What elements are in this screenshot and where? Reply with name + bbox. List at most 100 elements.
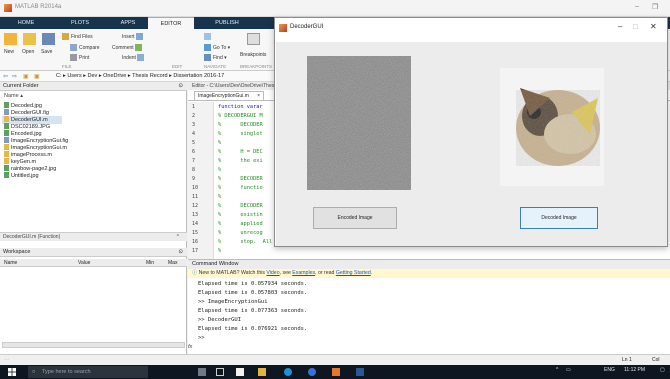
line-number: 11 (192, 194, 199, 200)
insert-button[interactable]: Insert (122, 33, 145, 40)
save-button[interactable]: Save (41, 49, 52, 55)
code-line: % (218, 167, 222, 173)
crumb-users[interactable]: Users (67, 73, 81, 79)
comment-button[interactable]: Comment (112, 44, 144, 51)
ws-col-max[interactable]: Max (168, 259, 177, 267)
back-icon[interactable]: ⇦ (3, 73, 8, 80)
breakpoints-icon[interactable] (247, 33, 260, 45)
crumb-dissertation[interactable]: Dissertation 2016-17 (173, 73, 224, 79)
go-to-label: Go To (213, 44, 227, 51)
task-view-icon[interactable] (216, 368, 224, 376)
battery-icon[interactable]: ▭ (566, 367, 571, 373)
tray-language[interactable]: ENG (604, 367, 615, 373)
matlab-taskbar-icon[interactable] (332, 368, 340, 376)
new-file-icon[interactable] (4, 33, 17, 45)
fx-icon[interactable]: fx (188, 344, 192, 350)
gui-maximize-icon[interactable]: □ (633, 22, 638, 31)
line-number: 1 (192, 104, 196, 110)
crumb-drive[interactable]: C: (56, 73, 62, 79)
code-line: % (218, 248, 222, 254)
ws-col-value[interactable]: Value (78, 259, 90, 267)
compare-icon (70, 44, 77, 51)
microphone-icon[interactable] (198, 368, 206, 376)
workspace-menu-icon[interactable]: ⊙ (178, 248, 183, 257)
code-line: function varar (218, 104, 263, 110)
notifications-icon[interactable]: ▢ (660, 367, 665, 373)
command-line: Elapsed time is 0.057803 seconds. (198, 290, 308, 296)
save-disk-icon[interactable] (42, 33, 55, 45)
file-item[interactable]: Untitled.jpg (4, 172, 39, 180)
forward-icon[interactable]: ⇨ (12, 73, 17, 80)
editor-tab[interactable]: ImageEncryptionGui.m × (194, 91, 264, 100)
line-number: 15 (192, 230, 199, 236)
examples-link[interactable]: Examples (292, 270, 315, 276)
tab-plots[interactable]: PLOTS (62, 17, 98, 29)
taskbar-search[interactable]: ○ Type here to search (28, 366, 148, 378)
name-column-label: Name (4, 93, 19, 99)
tray-chevron-icon[interactable]: ^ (556, 367, 558, 373)
matlab-titlebar: MATLAB R2014a – ❐ (0, 0, 670, 17)
minimize-icon[interactable]: – (635, 3, 639, 10)
command-line: Elapsed time is 0.077363 seconds. (198, 308, 308, 314)
browse-folder-icon[interactable]: ▣ (34, 73, 40, 80)
tab-editor[interactable]: EDITOR (148, 17, 194, 29)
go-to-button[interactable]: Go To ▾ (204, 44, 230, 51)
edge-icon[interactable] (284, 368, 292, 376)
encoded-image-button[interactable]: Encoded Image (313, 207, 397, 229)
crumb-dev[interactable]: Dev (88, 73, 98, 79)
decoded-image-button[interactable]: Decoded Image (520, 207, 598, 229)
name-column-header[interactable]: Name ▴ (4, 93, 23, 99)
decoder-gui-icon (279, 24, 287, 32)
find-icon (204, 54, 211, 61)
command-window-header: Command Window (188, 260, 670, 269)
ws-col-name[interactable]: Name (4, 259, 17, 267)
image-file-icon (4, 172, 9, 178)
crumb-onedrive[interactable]: OneDrive (103, 73, 126, 79)
image-file-icon (4, 102, 9, 108)
workspace-header: Workspace ⊙ (0, 248, 187, 257)
code-line: % DECODERGUI M (218, 113, 263, 119)
command-line: >> (198, 335, 205, 341)
store-icon[interactable] (236, 368, 244, 376)
details-toggle-icon[interactable]: ^ (177, 233, 179, 242)
comment-label: Comment (112, 44, 134, 51)
browser-icon[interactable] (308, 368, 316, 376)
windows-start-icon[interactable] (8, 368, 16, 376)
find-files-button[interactable]: Find Files (62, 33, 93, 40)
open-folder-icon[interactable] (23, 33, 36, 45)
restore-icon[interactable]: ❐ (652, 3, 658, 11)
tab-publish[interactable]: PUBLISH (204, 17, 250, 29)
workspace-scrollbar[interactable] (2, 342, 185, 348)
tab-apps[interactable]: APPS (110, 17, 146, 29)
gui-close-icon[interactable]: ✕ (650, 22, 657, 31)
find-button[interactable]: Find ▾ (204, 54, 227, 61)
breakpoints-button[interactable]: Breakpoints (240, 52, 266, 58)
search-icon: ○ (32, 369, 36, 375)
indent-button[interactable]: Indent (122, 54, 146, 61)
decoder-gui-body: Encoded Image Decoded Image (276, 42, 667, 246)
open-button[interactable]: Open (22, 49, 34, 55)
video-link[interactable]: Video (266, 270, 279, 276)
new-button[interactable]: New (4, 49, 14, 55)
navigate-back-icon[interactable] (204, 33, 213, 40)
file-explorer-icon[interactable] (258, 368, 266, 376)
gui-minimize-icon[interactable]: – (618, 22, 622, 31)
word-icon[interactable] (356, 368, 364, 376)
line-number: 2 (192, 113, 196, 119)
print-label: Print (79, 54, 90, 61)
tray-clock[interactable]: 11:12 PM (624, 367, 645, 373)
details-bar[interactable]: DecoderGUI.m (Function) ^ (0, 232, 187, 241)
print-button[interactable]: Print (70, 54, 89, 61)
crumb-thesis-record[interactable]: Thesis Record (132, 73, 167, 79)
up-folder-icon[interactable]: ▣ (23, 73, 29, 80)
ws-col-min[interactable]: Min (146, 259, 154, 267)
compare-button[interactable]: Compare (70, 44, 100, 51)
getting-started-link[interactable]: Getting Started (336, 270, 371, 276)
tab-home[interactable]: HOME (8, 17, 44, 29)
panel-menu-icon[interactable]: ⊙ (178, 82, 183, 91)
code-line: % DECODER (218, 176, 263, 182)
image-file-icon (4, 165, 9, 171)
back-arrow-icon (204, 33, 211, 40)
line-number: 6 (192, 149, 196, 155)
close-tab-icon[interactable]: × (257, 92, 260, 100)
